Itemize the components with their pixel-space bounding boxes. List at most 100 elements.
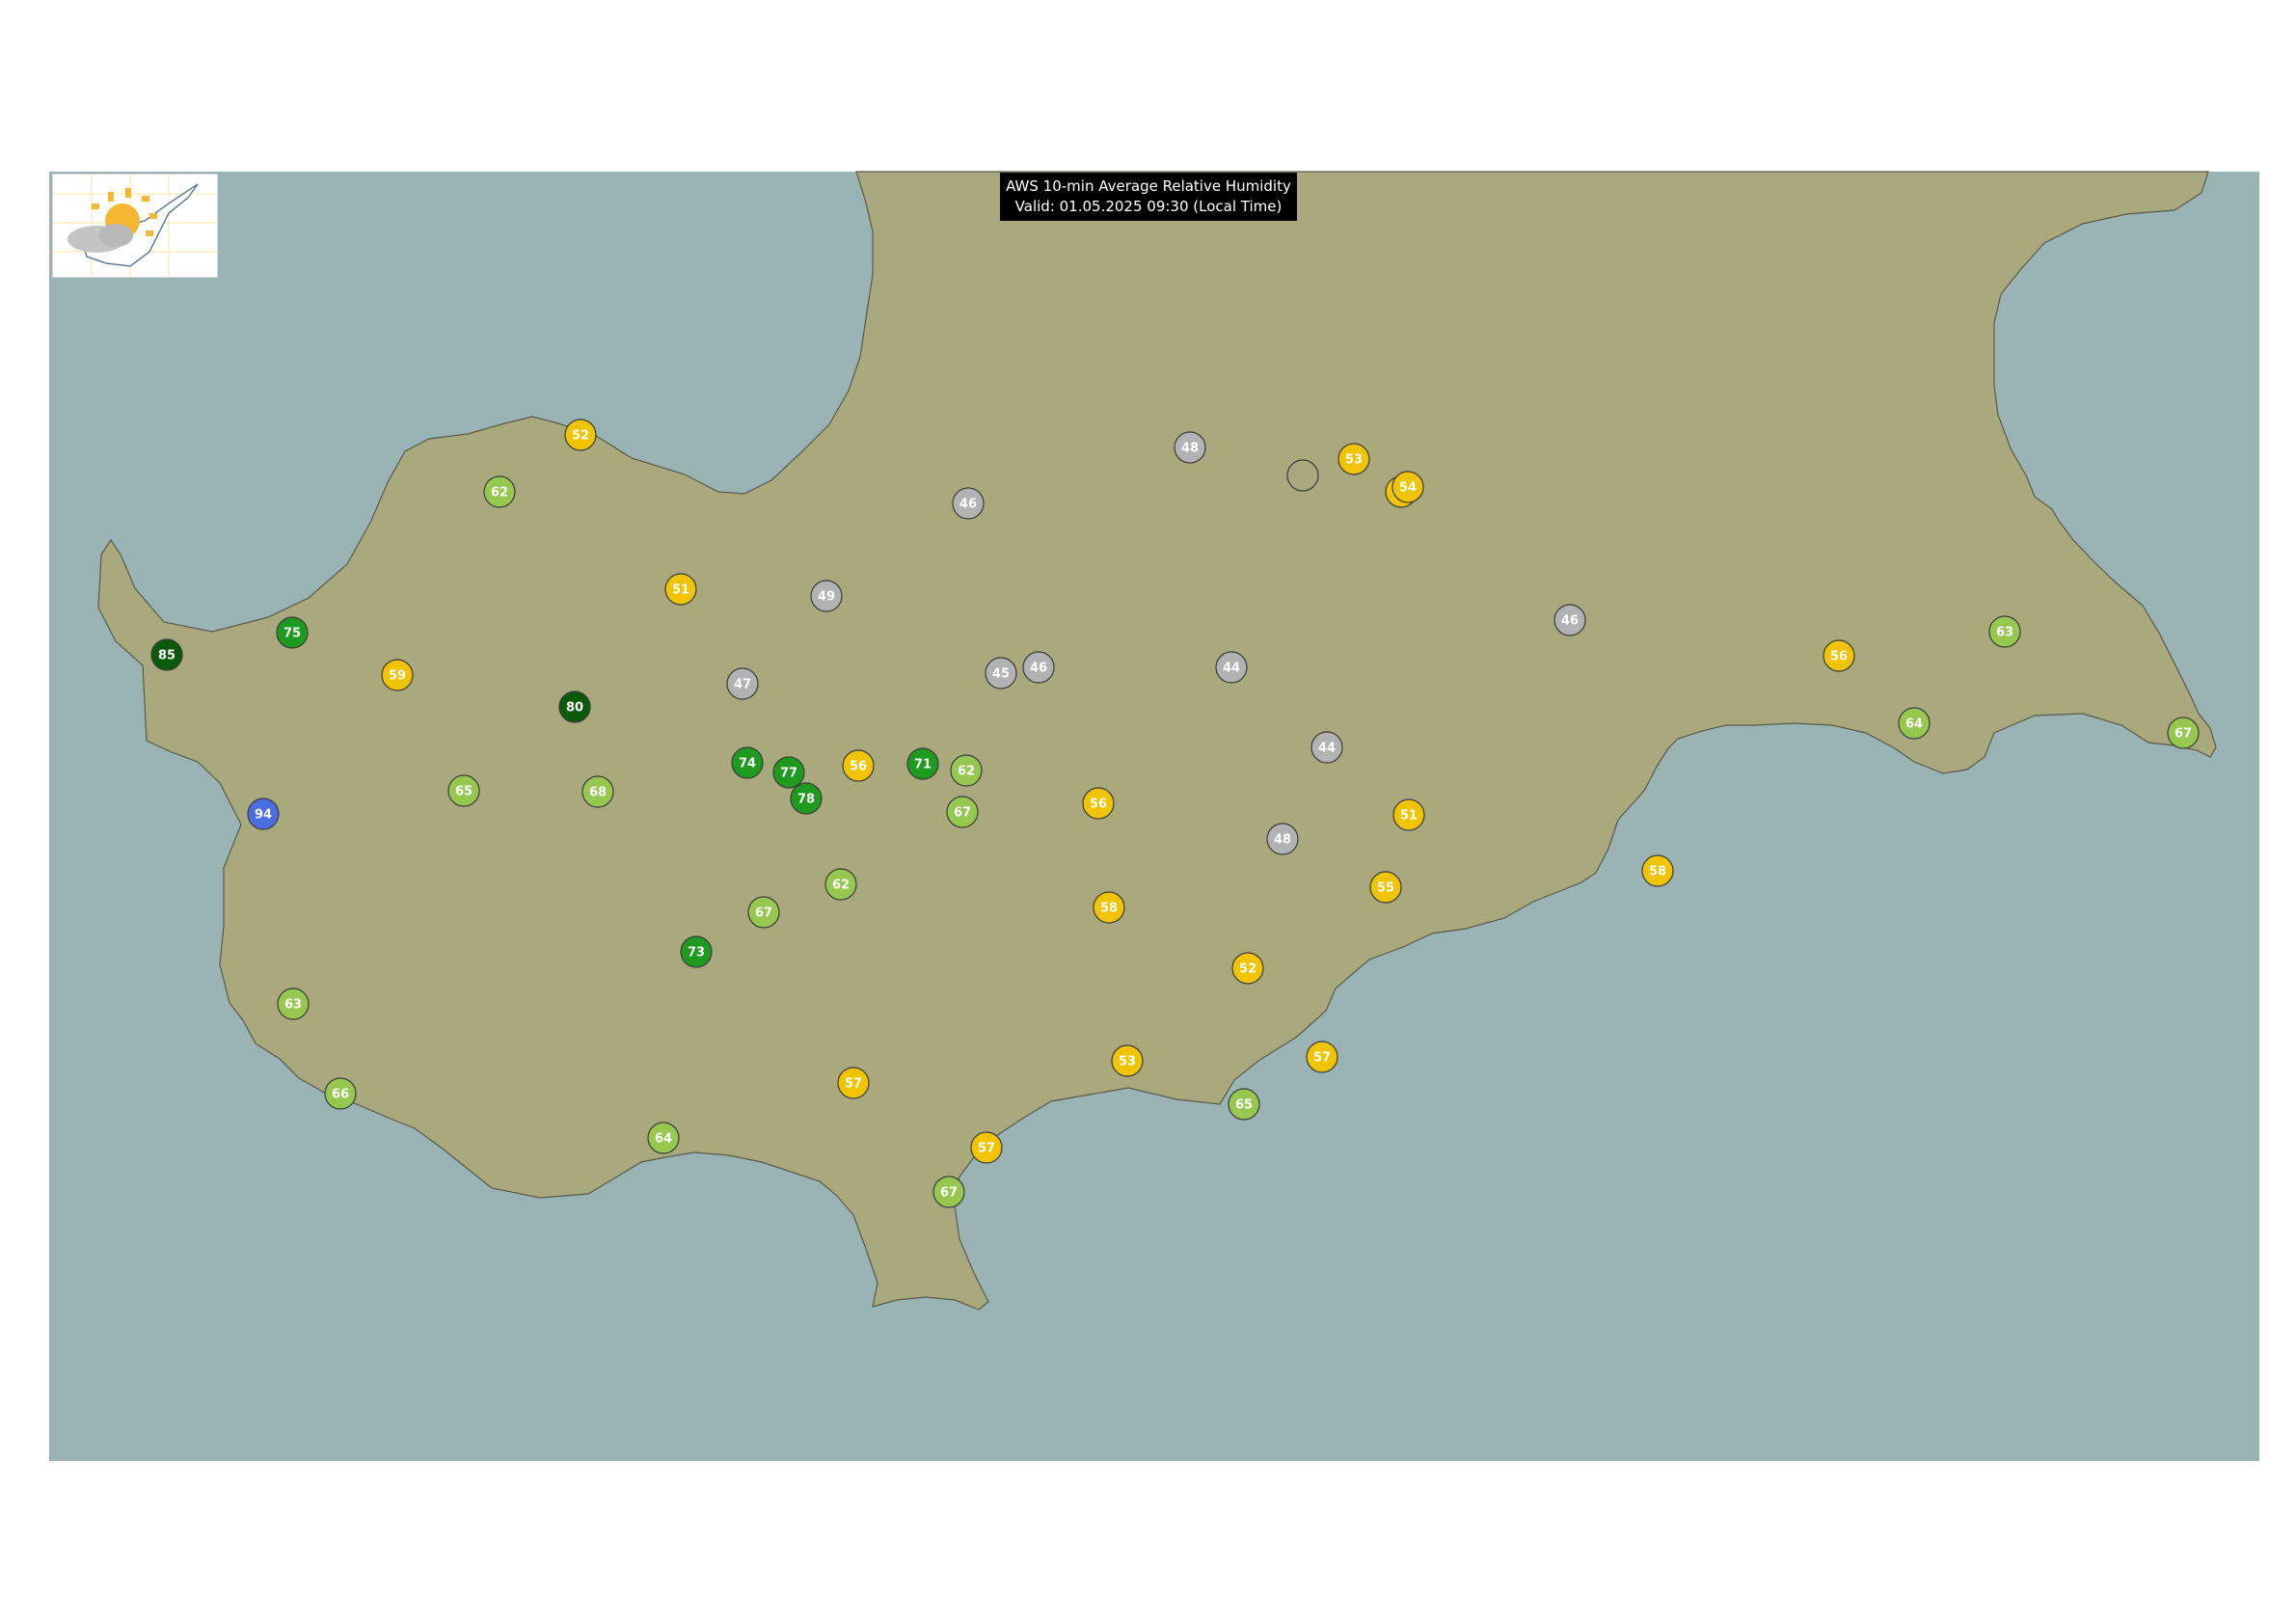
station-marker: 57 xyxy=(837,1067,870,1099)
station-value: 58 xyxy=(1100,902,1118,916)
station-marker: 85 xyxy=(150,638,183,671)
station-marker: 58 xyxy=(1641,854,1674,887)
logo xyxy=(52,174,218,278)
station-value: 53 xyxy=(1119,1055,1136,1069)
station-marker: 45 xyxy=(985,657,1017,690)
station-value: 56 xyxy=(1830,650,1848,664)
station-value: 49 xyxy=(818,590,835,605)
station-value: 77 xyxy=(780,767,797,781)
station-value: 45 xyxy=(992,667,1010,682)
station-marker: 71 xyxy=(906,747,939,780)
station-marker: 46 xyxy=(952,487,985,520)
station-value: 67 xyxy=(954,806,971,821)
station-value: 44 xyxy=(1223,662,1240,676)
station-value: 44 xyxy=(1318,742,1336,756)
station-marker: 46 xyxy=(1553,604,1586,636)
station-marker: 54 xyxy=(1391,471,1424,503)
station-marker: 53 xyxy=(1111,1044,1144,1077)
station-value: 65 xyxy=(455,785,473,799)
station-marker: 53 xyxy=(1337,443,1370,475)
station-marker: 94 xyxy=(247,798,280,830)
station-value: 56 xyxy=(850,760,867,774)
station-value: 64 xyxy=(655,1132,672,1147)
station-value: 57 xyxy=(845,1077,862,1092)
station-marker: 59 xyxy=(381,659,414,691)
station-value: 64 xyxy=(1905,717,1923,732)
station-value: 67 xyxy=(755,907,772,921)
station-marker: 57 xyxy=(970,1131,1003,1164)
station-marker: 68 xyxy=(581,775,614,808)
station-value: 55 xyxy=(1377,881,1394,896)
station-marker: 75 xyxy=(276,616,309,649)
station-marker: 62 xyxy=(824,868,857,901)
station-marker: 46 xyxy=(1022,651,1055,684)
station-marker: 52 xyxy=(564,419,597,451)
station-marker: 66 xyxy=(324,1077,357,1110)
station-value: 47 xyxy=(734,678,751,692)
station-marker: 56 xyxy=(1082,787,1115,820)
station-marker: 73 xyxy=(680,935,713,968)
station-value: 63 xyxy=(284,998,302,1013)
station-marker: 48 xyxy=(1266,823,1299,855)
station-value: 65 xyxy=(1235,1098,1253,1113)
station-value: 71 xyxy=(914,758,932,772)
station-value: 67 xyxy=(940,1186,958,1201)
station-value: 68 xyxy=(589,786,607,800)
station-value: 54 xyxy=(1399,481,1417,496)
station-value: 75 xyxy=(284,627,301,641)
station-marker: 67 xyxy=(946,796,979,828)
station-marker: 65 xyxy=(447,774,480,807)
station-marker: 67 xyxy=(747,896,780,929)
station-value: 63 xyxy=(1996,626,2013,640)
station-marker: 44 xyxy=(1310,731,1343,764)
station-marker: 52 xyxy=(1231,952,1264,985)
station-value: 80 xyxy=(566,701,583,716)
station-marker: 51 xyxy=(1392,798,1425,831)
station-value: 51 xyxy=(672,583,689,598)
station-marker: 67 xyxy=(2167,717,2200,749)
station-marker: 67 xyxy=(932,1176,965,1208)
station-value: 66 xyxy=(332,1088,349,1102)
station-marker: 62 xyxy=(483,475,516,508)
station-marker: 64 xyxy=(647,1122,680,1154)
station-value: 67 xyxy=(2174,727,2192,742)
station-value: 59 xyxy=(389,669,406,684)
station-marker: 63 xyxy=(1988,615,2021,648)
weather-logo-icon xyxy=(53,175,217,277)
map-title-line-2: Valid: 01.05.2025 09:30 (Local Time) xyxy=(1014,198,1283,215)
station-marker: 63 xyxy=(277,988,310,1020)
station-value: 52 xyxy=(572,429,589,444)
station-marker: 62 xyxy=(950,754,983,787)
station-marker: 78 xyxy=(790,782,823,815)
station-marker: 74 xyxy=(731,746,764,779)
map-title: AWS 10-min Average Relative Humidity Val… xyxy=(1000,173,1297,221)
station-marker: 49 xyxy=(810,580,843,612)
station-value: 48 xyxy=(1274,833,1291,848)
station-value: 57 xyxy=(1313,1051,1331,1066)
map-canvas: 52 62 48 53 54 46 51 49 75 85 59 47 45 46 44 46 56 63 80 64… xyxy=(49,171,2259,1461)
station-value: 46 xyxy=(1561,614,1579,629)
station-value: 62 xyxy=(832,879,850,893)
station-marker: 51 xyxy=(664,573,697,606)
station-marker: 57 xyxy=(1306,1041,1338,1073)
station-value: 46 xyxy=(1030,662,1047,676)
station-marker: 65 xyxy=(1228,1088,1260,1121)
station-value: 74 xyxy=(739,757,756,771)
station-value: 78 xyxy=(797,793,815,807)
station-value: 73 xyxy=(688,946,705,961)
station-value: 52 xyxy=(1239,962,1256,977)
station-value: 85 xyxy=(158,649,176,663)
station-value: 62 xyxy=(491,486,508,501)
station-marker: 77 xyxy=(772,756,805,789)
map-title-line-1: AWS 10-min Average Relative Humidity xyxy=(1006,177,1291,195)
station-value: 51 xyxy=(1400,809,1418,824)
station-value: 62 xyxy=(958,765,975,779)
station-value: 57 xyxy=(978,1142,995,1156)
station-marker: 56 xyxy=(1823,639,1855,672)
station-value: 46 xyxy=(959,498,977,512)
station-marker: 44 xyxy=(1215,651,1248,684)
station-marker: 55 xyxy=(1369,871,1402,904)
station-marker: 58 xyxy=(1093,891,1125,924)
station-value: 94 xyxy=(255,808,272,823)
station-value: 58 xyxy=(1649,865,1666,880)
